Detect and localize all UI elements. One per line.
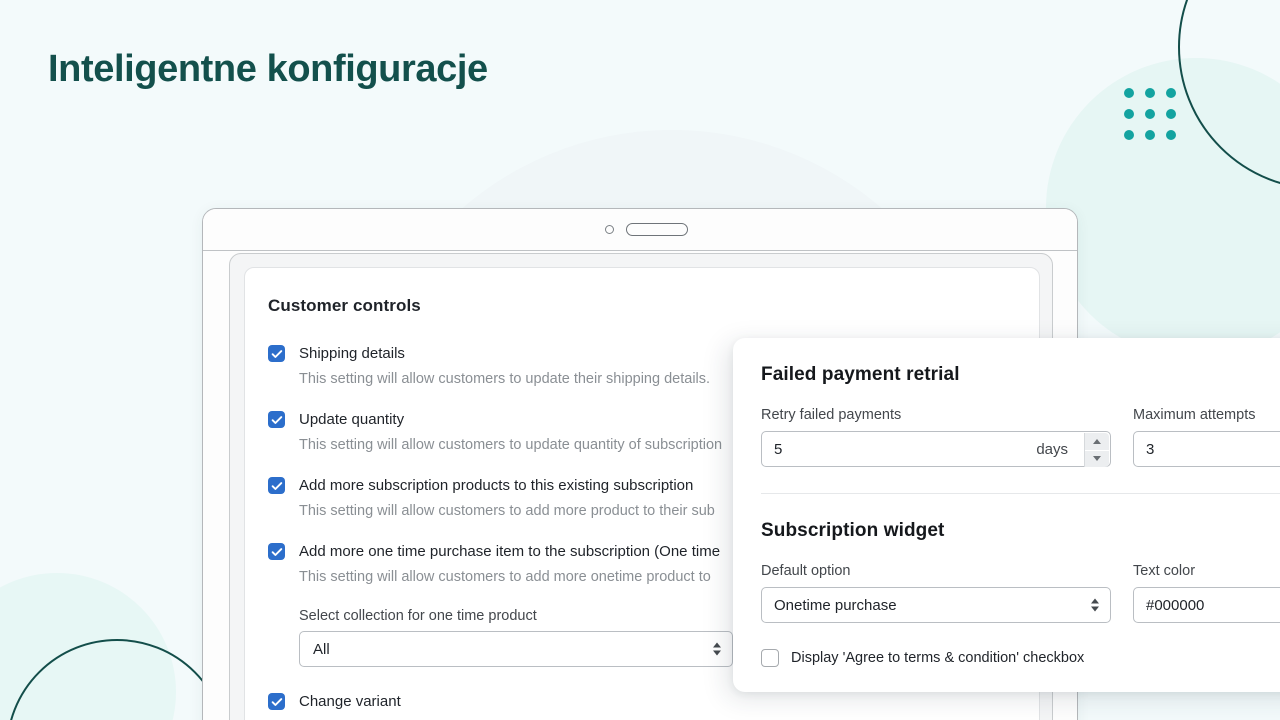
- caret-up-icon[interactable]: [1085, 433, 1109, 450]
- terms-checkbox-label: Display 'Agree to terms & condition' che…: [791, 650, 1085, 666]
- failed-payment-title: Failed payment retrial: [761, 364, 960, 385]
- card-title: Customer controls: [268, 296, 421, 315]
- maximum-attempts-input[interactable]: 3: [1133, 431, 1280, 467]
- text-color-field: Text color #000000: [1133, 563, 1280, 623]
- maximum-attempts-value: 3: [1146, 440, 1155, 458]
- retry-failed-payments-value: 5: [774, 440, 783, 458]
- retry-failed-payments-field: Retry failed payments 5 days: [761, 407, 1111, 467]
- terms-checkbox-row[interactable]: Display 'Agree to terms & condition' che…: [761, 649, 1280, 667]
- retry-failed-payments-input[interactable]: 5 days: [761, 431, 1111, 467]
- checkbox-add-subscription-products[interactable]: [268, 477, 285, 494]
- failed-payment-section: Failed payment retrial Retry failed paym…: [733, 338, 1280, 494]
- device-top-bezel: [203, 209, 1077, 251]
- retry-failed-payments-label: Retry failed payments: [761, 407, 902, 423]
- retry-failed-payments-unit: days: [1036, 440, 1068, 458]
- checkbox-change-variant[interactable]: [268, 693, 285, 710]
- checkbox-update-quantity[interactable]: [268, 411, 285, 428]
- default-option-label: Default option: [761, 563, 851, 579]
- maximum-attempts-label: Maximum attempts: [1133, 407, 1256, 423]
- subscription-widget-title: Subscription widget: [761, 520, 945, 541]
- page-title: Inteligentne konfiguracje: [48, 48, 488, 90]
- dot-grid-icon: [1124, 88, 1176, 140]
- stepper-updown-icon: [1091, 598, 1099, 612]
- text-color-label: Text color: [1133, 563, 1196, 579]
- collection-select-value: All: [313, 640, 330, 658]
- collection-select[interactable]: All: [299, 631, 733, 667]
- checkbox-display-terms[interactable]: [761, 649, 779, 667]
- maximum-attempts-field: Maximum attempts 3: [1133, 407, 1280, 467]
- camera-dot-icon: [605, 225, 614, 234]
- checkbox-add-one-time-purchase[interactable]: [268, 543, 285, 560]
- stepper-updown-icon: [713, 642, 721, 656]
- speaker-grille-icon: [626, 223, 688, 236]
- settings-overlay-panel: Failed payment retrial Retry failed paym…: [733, 338, 1280, 692]
- retry-stepper[interactable]: [1084, 433, 1109, 467]
- checkbox-shipping-details[interactable]: [268, 345, 285, 362]
- text-color-value: #000000: [1146, 596, 1205, 614]
- default-option-value: Onetime purchase: [774, 596, 897, 614]
- failed-payment-fields-row: Retry failed payments 5 days Maximum att…: [761, 407, 1280, 467]
- setting-label: Change variant: [299, 693, 401, 710]
- text-color-input[interactable]: #000000: [1133, 587, 1280, 623]
- subscription-widget-fields-row: Default option Onetime purchase Text col…: [761, 563, 1280, 623]
- default-option-field: Default option Onetime purchase: [761, 563, 1111, 623]
- caret-down-icon[interactable]: [1085, 449, 1109, 467]
- setting-row-change-variant[interactable]: Change variant: [268, 692, 1009, 711]
- subscription-widget-section: Subscription widget Default option Oneti…: [733, 494, 1280, 667]
- default-option-select[interactable]: Onetime purchase: [761, 587, 1111, 623]
